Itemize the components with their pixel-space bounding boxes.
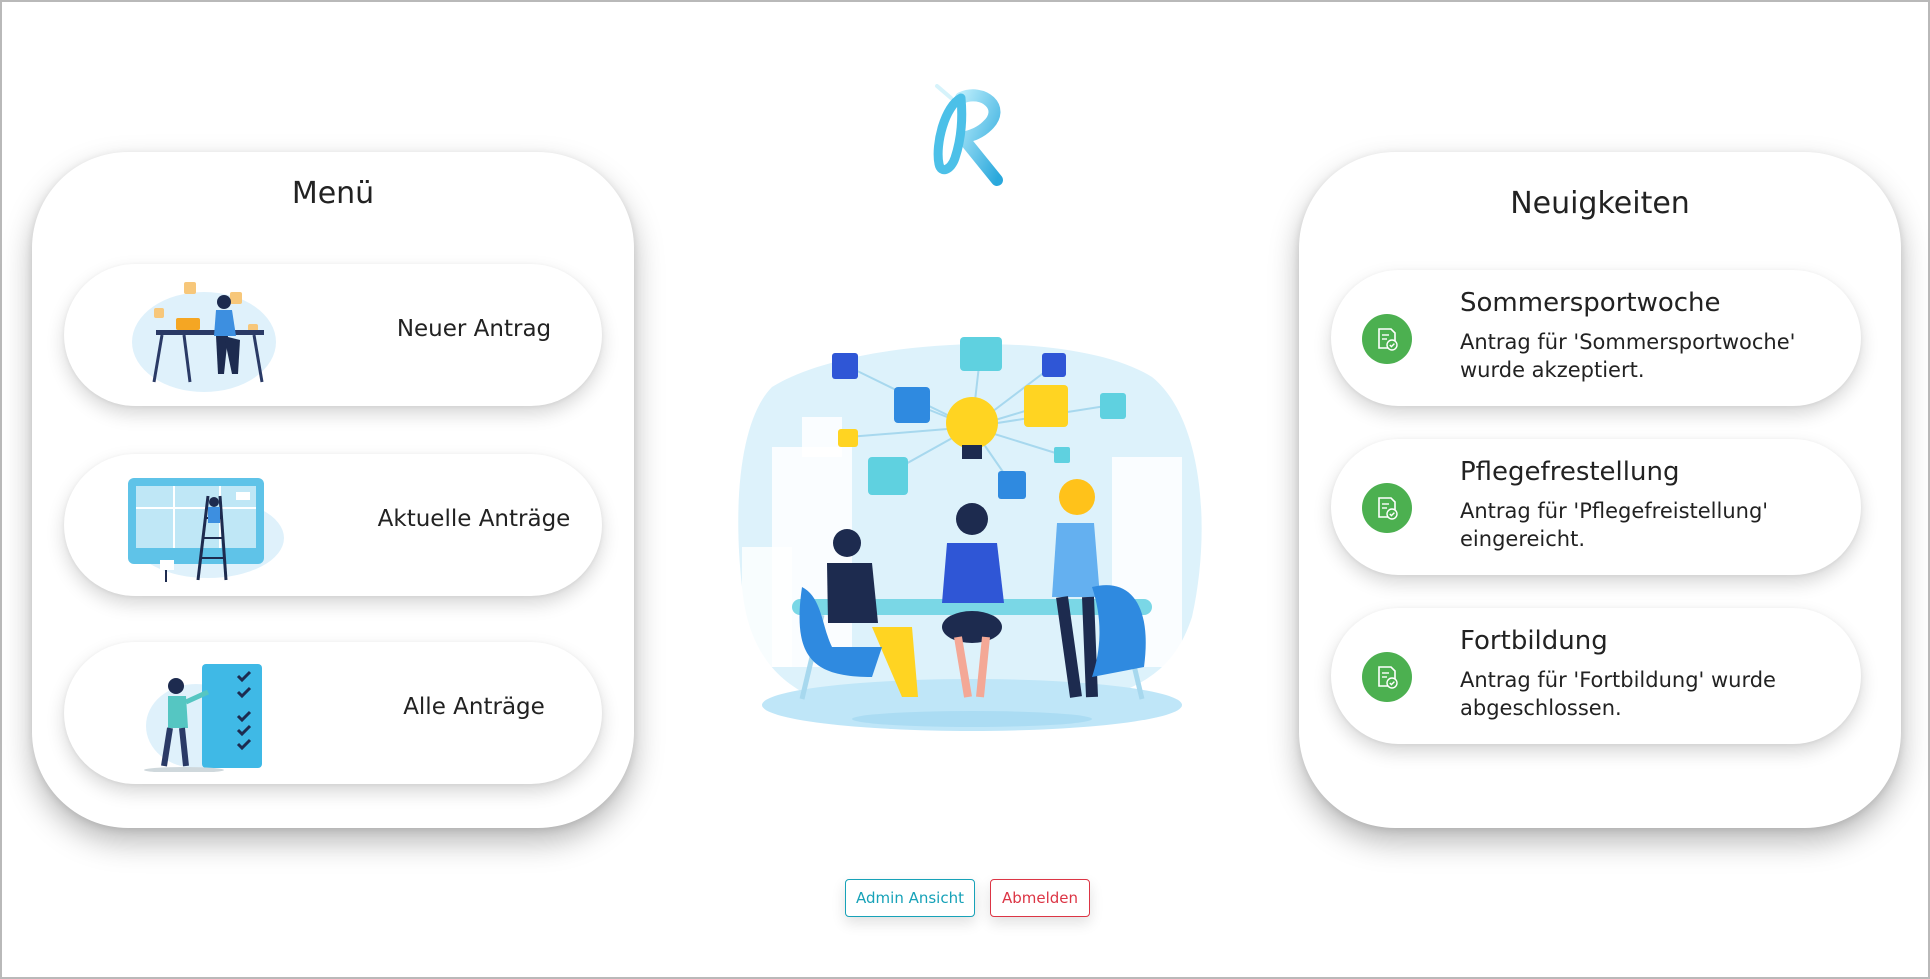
- menu-item-label: Neuer Antrag: [396, 316, 552, 342]
- menu-item-new-request[interactable]: Neuer Antrag: [64, 264, 602, 406]
- news-item[interactable]: Pflegefrestellung Antrag für 'Pflegefrei…: [1331, 439, 1861, 575]
- news-panel: Neuigkeiten Sommersportwoche Antrag für …: [1299, 152, 1901, 828]
- news-item-text: Antrag für 'Sommersportwoche' wurde akze…: [1460, 330, 1796, 382]
- ladder-board-illustration: [128, 478, 284, 582]
- admin-view-button[interactable]: Admin Ansicht: [845, 879, 975, 917]
- menu-item-label: Aktuelle Anträge: [377, 506, 571, 532]
- menu-item-label: Alle Anträge: [403, 694, 545, 720]
- news-item[interactable]: Fortbildung Antrag für 'Fortbildung' wur…: [1331, 608, 1861, 744]
- checklist-person-illustration: [144, 664, 262, 772]
- menu-item-current-requests[interactable]: Aktuelle Anträge: [64, 454, 602, 596]
- document-check-icon: [1362, 314, 1412, 364]
- app-logo: [933, 84, 1003, 186]
- news-title: Neuigkeiten: [1510, 186, 1690, 221]
- news-item-text: Antrag für 'Pflegefreistellung' eingerei…: [1460, 499, 1769, 551]
- menu-title: Menü: [291, 176, 375, 211]
- team-meeting-illustration: [738, 337, 1202, 731]
- logout-button[interactable]: Abmelden: [990, 879, 1090, 917]
- menu-item-all-requests[interactable]: Alle Anträge: [64, 642, 602, 784]
- page-frame: Menü Neuer Antrag Aktuelle Anträge Alle …: [0, 0, 1930, 979]
- menu-panel: Menü Neuer Antrag Aktuelle Anträge Alle …: [32, 152, 634, 828]
- news-item-title: Fortbildung: [1460, 626, 1608, 656]
- desk-person-illustration: [132, 282, 276, 392]
- document-check-icon: [1362, 652, 1412, 702]
- news-item-title: Pflegefrestellung: [1460, 457, 1680, 487]
- news-item[interactable]: Sommersportwoche Antrag für 'Sommersport…: [1331, 270, 1861, 406]
- document-check-icon: [1362, 483, 1412, 533]
- news-item-text: Antrag für 'Fortbildung' wurde abgeschlo…: [1460, 668, 1776, 720]
- news-item-title: Sommersportwoche: [1460, 288, 1721, 318]
